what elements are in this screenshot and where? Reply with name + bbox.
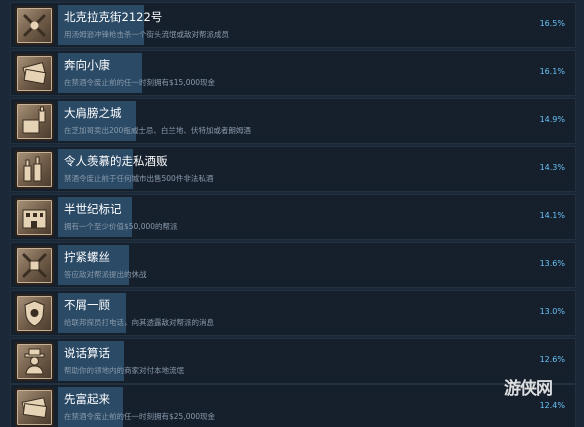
achievement-title: 不屑一顾 — [64, 298, 110, 312]
achievement-row[interactable]: 说话算话 帮助你的领地内的商家对付本地流氓 12.6% — [10, 338, 576, 384]
achievement-title: 拧紧螺丝 — [64, 250, 110, 264]
achievement-title: 大肩膀之城 — [64, 106, 122, 120]
achievement-description: 答应敌对帮派提出的休战 — [64, 270, 147, 279]
achievement-row[interactable]: 大肩膀之城 在芝加哥卖出200瓶威士忌、白兰地、伏特加或者朗姆酒 14.9% — [10, 98, 576, 144]
achievement-description: 在禁酒令废止前的任一时刻拥有$15,000现金 — [64, 78, 216, 87]
achievement-row[interactable]: 北克拉克街2122号 用汤姆逊冲锋枪击杀一个街头流氓或敌对帮派成员 16.5% — [10, 2, 576, 48]
achievement-title: 令人羡慕的走私酒贩 — [64, 154, 168, 168]
unlock-percent: 14.9% — [539, 115, 565, 124]
achievement-row[interactable]: 拧紧螺丝 答应敌对帮派提出的休战 13.6% — [10, 242, 576, 288]
achievement-title: 奔向小康 — [64, 58, 110, 72]
building-icon — [15, 198, 54, 237]
unlock-percent: 14.3% — [539, 163, 565, 172]
cash-bills-icon — [15, 388, 54, 427]
achievement-title: 先富起来 — [64, 392, 110, 406]
achievement-row[interactable]: 半世纪标记 拥有一个至少价值$50,000的帮派 14.1% — [10, 194, 576, 240]
unlock-percent: 13.0% — [539, 307, 565, 316]
achievement-row[interactable]: 奔向小康 在禁酒令废止前的任一时刻拥有$15,000现金 16.1% — [10, 50, 576, 96]
unlock-percent: 12.6% — [539, 355, 565, 364]
unlock-percent: 12.4% — [539, 401, 565, 410]
unlock-percent: 16.5% — [539, 19, 565, 28]
achievement-description: 在芝加哥卖出200瓶威士忌、白兰地、伏特加或者朗姆酒 — [64, 126, 251, 135]
achievement-row[interactable]: 先富起来 在禁酒令废止前的任一时刻拥有$25,000现金 12.4% — [10, 384, 576, 427]
crossed-guns-icon — [15, 6, 54, 45]
bottles-icon — [15, 150, 54, 189]
achievement-title: 北克拉克街2122号 — [64, 10, 163, 24]
unlock-percent: 14.1% — [539, 211, 565, 220]
site-watermark: 游侠网 — [504, 379, 553, 399]
achievement-description: 在禁酒令废止前的任一时刻拥有$25,000现金 — [64, 412, 216, 421]
police-badge-icon — [15, 294, 54, 333]
achievement-description: 帮助你的领地内的商家对付本地流氓 — [64, 366, 184, 375]
achievement-description: 用汤姆逊冲锋枪击杀一个街头流氓或敌对帮派成员 — [64, 30, 229, 39]
achievement-description: 禁酒令废止前于任何城市出售500件非法私酒 — [64, 174, 214, 183]
unlock-percent: 13.6% — [539, 259, 565, 268]
cash-stack-icon — [15, 54, 54, 93]
unlock-percent: 16.1% — [539, 67, 565, 76]
achievement-title: 半世纪标记 — [64, 202, 122, 216]
achievement-row[interactable]: 令人羡慕的走私酒贩 禁酒令废止前于任何城市出售500件非法私酒 14.3% — [10, 146, 576, 192]
bottle-crate-icon — [15, 102, 54, 141]
achievement-description: 给联邦探员打电话，向其透露敌对帮派的消息 — [64, 318, 214, 327]
achievement-description: 拥有一个至少价值$50,000的帮派 — [64, 222, 178, 231]
achievement-title: 说话算话 — [64, 346, 110, 360]
handshake-icon — [15, 246, 54, 285]
gangster-icon — [15, 342, 54, 381]
achievement-row[interactable]: 不屑一顾 给联邦探员打电话，向其透露敌对帮派的消息 13.0% — [10, 290, 576, 336]
